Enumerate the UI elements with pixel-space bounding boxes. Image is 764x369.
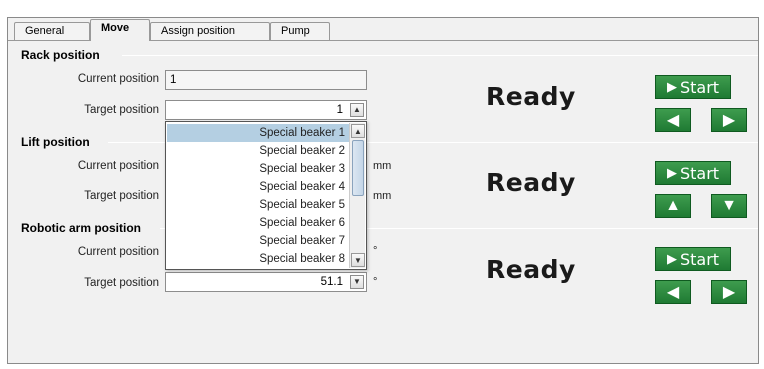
arm-status: Ready — [486, 255, 576, 284]
play-icon: ▶ — [666, 251, 677, 267]
arm-start-button[interactable]: ▶ Start — [655, 247, 731, 271]
arrow-right-icon: ▶ — [722, 112, 736, 129]
lift-start-button[interactable]: ▶ Start — [655, 161, 731, 185]
start-label: Start — [679, 249, 720, 269]
arrow-up-icon: ▲ — [665, 197, 681, 214]
dropdown-scrollbar[interactable]: ▲ ▼ — [349, 123, 365, 268]
list-item[interactable]: Special beaker 4 — [167, 178, 349, 196]
tab-move[interactable]: Move — [90, 19, 150, 41]
tab-general[interactable]: General — [14, 22, 90, 40]
arrow-left-icon: ◀ — [666, 112, 680, 129]
rack-current-label: Current position — [77, 73, 159, 85]
chevron-down-icon[interactable]: ▼ — [350, 275, 364, 289]
rack-right-button[interactable]: ▶ — [711, 108, 747, 132]
arm-target-label: Target position — [84, 277, 159, 289]
tab-label: Pump — [281, 25, 310, 37]
lift-status: Ready — [486, 168, 576, 197]
list-item[interactable]: Special beaker 7 — [167, 232, 349, 250]
tab-label: General — [25, 25, 65, 37]
list-item[interactable]: Special beaker 3 — [167, 160, 349, 178]
rack-target-value: 1 — [336, 104, 343, 116]
scrollbar-thumb[interactable] — [352, 140, 364, 196]
list-item[interactable]: Special beaker 8 — [167, 250, 349, 268]
rack-current-value: 1 — [170, 74, 177, 86]
list-item[interactable]: Special beaker 6 — [167, 214, 349, 232]
play-icon: ▶ — [666, 79, 677, 95]
tab-assign-position[interactable]: Assign position — [150, 22, 270, 40]
lift-current-unit: mm — [373, 160, 392, 172]
arrow-left-icon: ◀ — [666, 284, 680, 301]
rack-status: Ready — [486, 82, 576, 111]
rack-section-title: Rack position — [21, 48, 100, 62]
lift-up-button[interactable]: ▲ — [655, 194, 691, 218]
lift-section-title: Lift position — [21, 135, 90, 149]
rack-target-dropdown-list[interactable]: Special beaker 1 Special beaker 2 Specia… — [165, 121, 367, 270]
rack-current-field: 1 — [165, 70, 367, 90]
tab-label: Move — [101, 22, 130, 34]
start-label: Start — [679, 163, 720, 183]
list-item[interactable]: Special beaker 5 — [167, 196, 349, 214]
play-icon: ▶ — [666, 165, 677, 181]
arm-target-value: 51.1 — [320, 276, 343, 288]
arm-target-select[interactable]: 51.1 ▼ — [165, 272, 367, 292]
arm-right-button[interactable]: ▶ — [711, 280, 747, 304]
list-item[interactable]: Special beaker 2 — [167, 142, 349, 160]
chevron-up-icon[interactable]: ▲ — [351, 124, 365, 138]
lift-target-unit: mm — [373, 190, 392, 202]
rack-start-button[interactable]: ▶ Start — [655, 75, 731, 99]
arm-current-unit: ° — [373, 245, 378, 257]
chevron-down-icon[interactable]: ▼ — [351, 253, 365, 267]
list-item[interactable]: Special beaker 1 — [167, 124, 349, 142]
rack-left-button[interactable]: ◀ — [655, 108, 691, 132]
chevron-up-icon[interactable]: ▲ — [350, 103, 364, 117]
arm-target-unit: ° — [373, 276, 378, 288]
tab-pump[interactable]: Pump — [270, 22, 330, 40]
rack-target-select[interactable]: 1 ▲ — [165, 100, 367, 120]
rack-target-label: Target position — [84, 104, 159, 116]
lift-current-label: Current position — [77, 160, 159, 172]
arm-section-title: Robotic arm position — [21, 221, 141, 235]
tab-label: Assign position — [161, 25, 235, 37]
arm-left-button[interactable]: ◀ — [655, 280, 691, 304]
arrow-right-icon: ▶ — [722, 284, 736, 301]
arm-current-label: Current position — [77, 246, 159, 258]
arrow-down-icon: ▼ — [721, 197, 737, 214]
lift-target-label: Target position — [84, 190, 159, 202]
start-label: Start — [679, 77, 720, 97]
rack-section-line — [122, 55, 758, 56]
lift-down-button[interactable]: ▼ — [711, 194, 747, 218]
